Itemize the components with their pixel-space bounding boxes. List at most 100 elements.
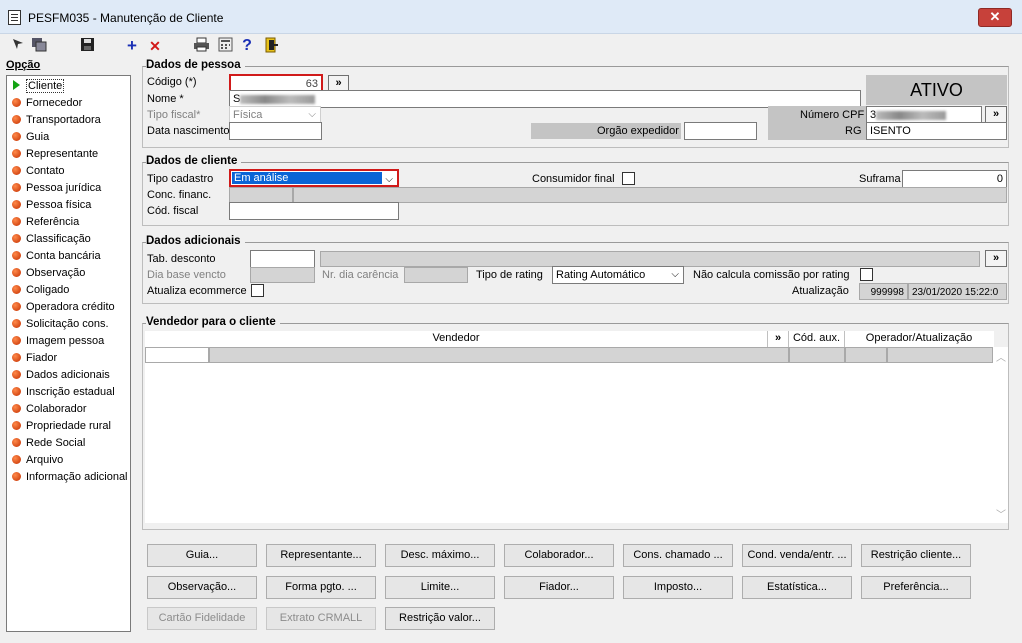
nome-input[interactable]: S: [229, 90, 861, 108]
cpf-more-button[interactable]: »: [985, 106, 1007, 123]
sidebar-item-inscrição-estadual[interactable]: Inscrição estadual: [12, 384, 115, 400]
button-restri-o-valor[interactable]: Restrição valor...: [385, 607, 495, 630]
sidebar-item-transportadora[interactable]: Transportadora: [12, 112, 101, 128]
nr-dia-carencia-label: Nr. dia carência: [322, 269, 399, 281]
button-restri-o-cliente[interactable]: Restrição cliente...: [861, 544, 971, 567]
nome-label: Nome *: [147, 93, 184, 105]
sidebar-item-classificação[interactable]: Classificação: [12, 231, 91, 247]
tab-desconto-more-button[interactable]: »: [985, 250, 1007, 267]
atualiza-ecommerce-checkbox[interactable]: [251, 284, 264, 297]
sidebar-item-referência[interactable]: Referência: [12, 214, 79, 230]
bullet-icon: [12, 98, 21, 107]
save-icon[interactable]: [78, 37, 96, 55]
button-representante[interactable]: Representante...: [266, 544, 376, 567]
cod-fiscal-input[interactable]: [229, 202, 399, 220]
button-cart-o-fidelidade[interactable]: Cartão Fidelidade: [147, 607, 257, 630]
sidebar-item-label: Observação: [26, 267, 86, 279]
col-more-button[interactable]: »: [768, 331, 789, 347]
bullet-icon: [12, 421, 21, 430]
sidebar-item-label: Inscrição estadual: [26, 386, 115, 398]
print-icon[interactable]: [192, 37, 210, 55]
chevron-down-icon: ⌵: [671, 269, 679, 280]
tab-desconto-desc: [320, 251, 980, 267]
bullet-icon: [12, 251, 21, 260]
button-guia[interactable]: Guia...: [147, 544, 257, 567]
sidebar-item-guia[interactable]: Guia: [12, 129, 49, 145]
conc-financ-desc: [293, 187, 1007, 203]
bullet-icon: [12, 268, 21, 277]
calculator-icon[interactable]: [216, 37, 234, 55]
bullet-icon: [12, 302, 21, 311]
orgao-expedidor-input[interactable]: [684, 122, 757, 140]
sidebar-item-fiador[interactable]: Fiador: [12, 350, 57, 366]
dia-base-input: [250, 267, 315, 283]
col-vendedor[interactable]: Vendedor: [145, 331, 768, 347]
sidebar-item-label: Fornecedor: [26, 97, 83, 109]
table-scrollbar[interactable]: ︿ ﹀: [994, 347, 1008, 523]
col-operador[interactable]: Operador/Atualização: [845, 331, 993, 347]
consumidor-final-checkbox[interactable]: [622, 172, 635, 185]
help-icon[interactable]: ?: [238, 37, 256, 55]
button-observa-o[interactable]: Observação...: [147, 576, 257, 599]
button-cons-chamado[interactable]: Cons. chamado ...: [623, 544, 733, 567]
exit-door-icon[interactable]: [262, 37, 280, 55]
sidebar-item-solicitação-cons-[interactable]: Solicitação cons.: [12, 316, 109, 332]
tipo-cadastro-select[interactable]: Em análise ⌵: [229, 169, 399, 187]
window-icon[interactable]: [30, 37, 48, 55]
sidebar-item-label: Referência: [26, 216, 80, 228]
document-icon: [8, 10, 21, 25]
button-prefer-ncia[interactable]: Preferência...: [861, 576, 971, 599]
tab-desconto-input[interactable]: [250, 250, 315, 268]
button-fiador[interactable]: Fiador...: [504, 576, 614, 599]
sidebar-item-pessoa-física[interactable]: Pessoa física: [12, 197, 91, 213]
sidebar-item-informação-adicional[interactable]: Informação adicional: [12, 469, 128, 485]
row-code-cell[interactable]: [145, 347, 209, 363]
group-title-dados-adicionais: Dados adicionais: [146, 235, 245, 247]
col-cod-aux[interactable]: Cód. aux.: [789, 331, 845, 347]
sidebar-item-label: Informação adicional: [26, 471, 128, 483]
add-icon[interactable]: +: [123, 37, 141, 55]
sidebar-item-colaborador[interactable]: Colaborador: [12, 401, 87, 417]
button-estat-stica[interactable]: Estatística...: [742, 576, 852, 599]
sidebar-item-conta-banc-ria[interactable]: Conta bancária: [12, 248, 101, 264]
cpf-label: Número CPF: [800, 109, 865, 121]
tipo-cadastro-value: Em análise: [232, 172, 382, 184]
tipo-rating-select[interactable]: Rating Automático ⌵: [552, 266, 684, 284]
sidebar-item-observação[interactable]: Observação: [12, 265, 85, 281]
bullet-icon: [12, 404, 21, 413]
button-limite[interactable]: Limite...: [385, 576, 495, 599]
sidebar-item-imagem-pessoa[interactable]: Imagem pessoa: [12, 333, 104, 349]
window-title: PESFM035 - Manutenção de Cliente: [28, 11, 224, 25]
sidebar-item-propriedade-rural[interactable]: Propriedade rural: [12, 418, 111, 434]
delete-icon[interactable]: ✕: [146, 37, 164, 55]
scroll-up-icon[interactable]: ︿: [996, 349, 1006, 364]
sidebar-item-contato[interactable]: Contato: [12, 163, 65, 179]
sidebar-item-rede-social[interactable]: Rede Social: [12, 435, 85, 451]
data-nascimento-input[interactable]: [229, 122, 322, 140]
bullet-icon: [12, 319, 21, 328]
sidebar-item-operadora-crédito[interactable]: Operadora crédito: [12, 299, 115, 315]
suframa-input[interactable]: 0: [902, 170, 1007, 188]
row-cod-aux-cell: [789, 347, 845, 363]
button-forma-pgto[interactable]: Forma pgto. ...: [266, 576, 376, 599]
scroll-down-icon[interactable]: ﹀: [996, 506, 1006, 521]
sidebar-item-fornecedor[interactable]: Fornecedor: [12, 95, 82, 111]
sidebar-item-cliente[interactable]: Cliente: [12, 78, 65, 94]
sidebar-item-coligado[interactable]: Coligado: [12, 282, 69, 298]
button-colaborador[interactable]: Colaborador...: [504, 544, 614, 567]
group-title-dados-pessoa: Dados de pessoa: [146, 59, 245, 71]
rg-input[interactable]: ISENTO: [866, 122, 1007, 140]
nao-calcula-checkbox[interactable]: [860, 268, 873, 281]
sidebar-item-pessoa-jurídica[interactable]: Pessoa jurídica: [12, 180, 101, 196]
button-cond-venda-entr[interactable]: Cond. venda/entr. ...: [742, 544, 852, 567]
sidebar-item-representante[interactable]: Representante: [12, 146, 98, 162]
button-desc-m-ximo[interactable]: Desc. máximo...: [385, 544, 495, 567]
sidebar-item-dados-adicionais[interactable]: Dados adicionais: [12, 367, 110, 383]
button-extrato-crmall[interactable]: Extrato CRMALL: [266, 607, 376, 630]
button-imposto[interactable]: Imposto...: [623, 576, 733, 599]
select-icon[interactable]: [9, 37, 27, 55]
sidebar-item-arquivo[interactable]: Arquivo: [12, 452, 63, 468]
sidebar-item-label: Representante: [26, 148, 99, 160]
close-button[interactable]: ✕: [978, 8, 1012, 27]
atualizacao-label: Atualização: [792, 285, 849, 297]
